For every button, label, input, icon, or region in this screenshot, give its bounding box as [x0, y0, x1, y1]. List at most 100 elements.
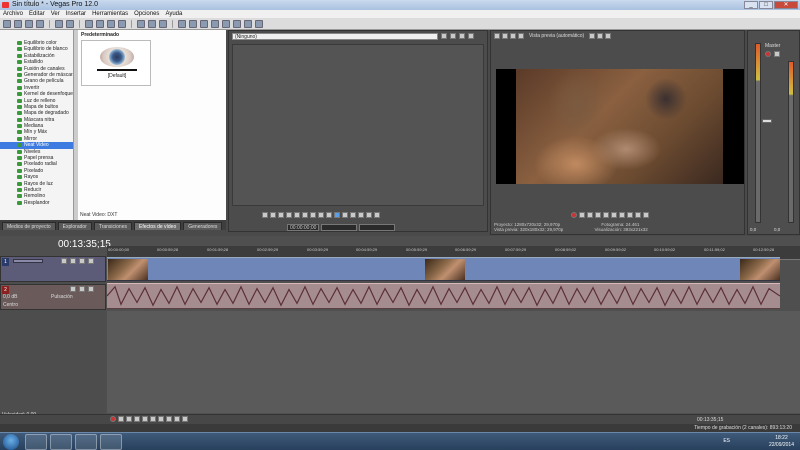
- stop-icon[interactable]: [294, 212, 300, 218]
- record-icon[interactable]: [110, 416, 116, 422]
- help-icon[interactable]: [255, 19, 263, 28]
- loop-icon[interactable]: [118, 416, 124, 422]
- track-fx-icon[interactable]: [70, 258, 76, 264]
- menu-editar[interactable]: Editar: [29, 10, 45, 18]
- prev-frame-icon[interactable]: [635, 212, 641, 218]
- lock-icon[interactable]: [244, 19, 252, 28]
- next-frame-icon[interactable]: [326, 212, 332, 218]
- ripple-icon[interactable]: [233, 19, 241, 28]
- trimmer-media-select[interactable]: (Ninguno): [232, 33, 438, 40]
- prev-frame-icon[interactable]: [318, 212, 324, 218]
- tab-medios-proyecto[interactable]: Medios de proyecto: [2, 222, 56, 230]
- minimize-button[interactable]: _: [744, 1, 758, 9]
- video-level-slider[interactable]: [13, 259, 43, 263]
- audio-pan[interactable]: Centro: [3, 302, 18, 308]
- pause-icon[interactable]: [603, 212, 609, 218]
- redo-icon[interactable]: [148, 19, 156, 28]
- start-button[interactable]: [3, 434, 19, 450]
- audio-event[interactable]: [107, 283, 780, 309]
- next-frame-icon[interactable]: [182, 416, 188, 422]
- audio-track-header[interactable]: 2 0,0 dB Pulsación Centro: [0, 284, 106, 310]
- go-end-icon[interactable]: [166, 416, 172, 422]
- trimmer-view[interactable]: [232, 44, 484, 206]
- go-start-icon[interactable]: [302, 212, 308, 218]
- chrome-taskbar-icon[interactable]: [50, 434, 72, 450]
- tab-explorador[interactable]: Explorador: [57, 222, 92, 230]
- stop-icon[interactable]: [611, 212, 617, 218]
- trimmer-option-icon[interactable]: [459, 33, 465, 39]
- new-project-icon[interactable]: [3, 19, 11, 28]
- timeline-empty-area[interactable]: [107, 311, 800, 413]
- preview-props-icon[interactable]: [494, 33, 500, 39]
- undo-icon[interactable]: [137, 19, 145, 28]
- save-as-icon[interactable]: [36, 19, 44, 28]
- trimmer-option-icon[interactable]: [441, 33, 447, 39]
- go-start-icon[interactable]: [619, 212, 625, 218]
- trimmer-zoom-slider[interactable]: [359, 224, 396, 231]
- edit-tool-icon[interactable]: [178, 19, 186, 28]
- tab-efectos-video[interactable]: Efectos de vídeo: [134, 222, 182, 230]
- copy-snapshot-icon[interactable]: [597, 33, 604, 39]
- zoom-tool-icon[interactable]: [211, 19, 219, 28]
- audio-volume[interactable]: 0,0 dB: [3, 294, 17, 300]
- tab-generadores[interactable]: Generadores: [183, 222, 223, 230]
- play-icon[interactable]: [134, 416, 140, 422]
- trimmer-settings-icon[interactable]: [374, 212, 380, 218]
- audio-mode-select[interactable]: Pulsación: [51, 294, 73, 300]
- overwrite-icon[interactable]: [350, 212, 356, 218]
- track-motion-icon[interactable]: [61, 258, 67, 264]
- menu-archivo[interactable]: Archivo: [3, 10, 23, 18]
- next-frame-icon[interactable]: [643, 212, 649, 218]
- prev-frame-icon[interactable]: [174, 416, 180, 422]
- close-button[interactable]: ✕: [774, 1, 798, 9]
- menu-opciones[interactable]: Opciones: [134, 10, 159, 18]
- preview-options-icon[interactable]: [589, 33, 596, 39]
- solo-track-icon[interactable]: [88, 258, 94, 264]
- solo-track-icon[interactable]: [88, 286, 94, 292]
- trimmer-option-icon[interactable]: [450, 33, 456, 39]
- go-start-icon[interactable]: [158, 416, 164, 422]
- pause-icon[interactable]: [286, 212, 292, 218]
- preview-device-icon[interactable]: [502, 33, 508, 39]
- history-icon[interactable]: [159, 19, 167, 28]
- video-event[interactable]: [107, 257, 780, 281]
- system-clock[interactable]: 18:22 22/09/2014: [769, 435, 794, 449]
- video-track-header[interactable]: 1: [0, 256, 106, 282]
- language-indicator[interactable]: ES: [723, 438, 730, 444]
- play-from-start-icon[interactable]: [270, 212, 276, 218]
- paste-icon[interactable]: [107, 19, 115, 28]
- properties-icon[interactable]: [55, 19, 63, 28]
- stop-icon[interactable]: [150, 416, 156, 422]
- copy-icon[interactable]: [96, 19, 104, 28]
- firefox-taskbar-icon[interactable]: [75, 434, 97, 450]
- menu-herramientas[interactable]: Herramientas: [92, 10, 128, 18]
- save-icon[interactable]: [25, 19, 33, 28]
- add-to-timeline-icon[interactable]: [334, 212, 340, 218]
- save-snapshot-icon[interactable]: [605, 33, 612, 39]
- solo-icon[interactable]: [774, 51, 780, 57]
- menu-ayuda[interactable]: Ayuda: [165, 10, 182, 18]
- track-fx-icon[interactable]: [70, 286, 76, 292]
- play-from-start-icon[interactable]: [126, 416, 132, 422]
- mute-icon[interactable]: [765, 51, 771, 57]
- menu-insertar[interactable]: Insertar: [66, 10, 86, 18]
- mute-track-icon[interactable]: [79, 286, 85, 292]
- delete-icon[interactable]: [118, 19, 126, 28]
- insert-icon[interactable]: [342, 212, 348, 218]
- mark-out-icon[interactable]: [366, 212, 372, 218]
- vegas-taskbar-icon[interactable]: [100, 434, 122, 450]
- preview-quality-select[interactable]: Vista previa (automático): [529, 33, 584, 39]
- play-icon[interactable]: [278, 212, 284, 218]
- preset-default[interactable]: [Default]: [81, 40, 151, 86]
- selection-tool-icon[interactable]: [200, 19, 208, 28]
- play-icon[interactable]: [595, 212, 601, 218]
- mark-in-icon[interactable]: [358, 212, 364, 218]
- render-icon[interactable]: [66, 19, 74, 28]
- explorer-taskbar-icon[interactable]: [25, 434, 47, 450]
- play-from-start-icon[interactable]: [587, 212, 593, 218]
- trimmer-timecode[interactable]: 00:00:00;00: [287, 224, 320, 231]
- go-end-icon[interactable]: [310, 212, 316, 218]
- overlays-icon[interactable]: [518, 33, 524, 39]
- trimmer-option-icon[interactable]: [468, 33, 474, 39]
- menu-ver[interactable]: Ver: [51, 10, 60, 18]
